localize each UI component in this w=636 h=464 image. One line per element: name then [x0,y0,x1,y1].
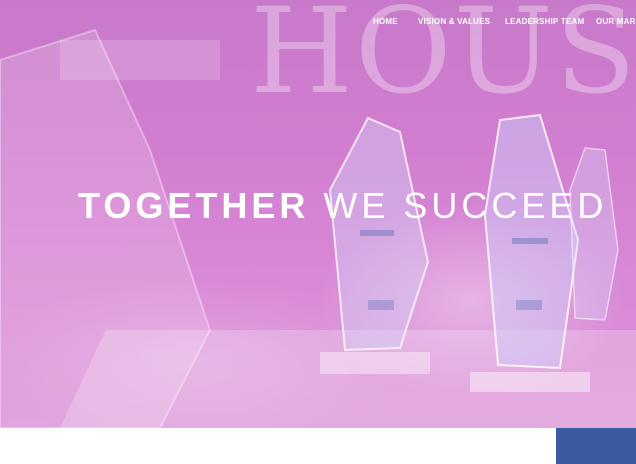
headline-strong: TOGETHER [78,185,310,226]
content-section [0,428,636,464]
trophy-far-right [569,147,619,321]
headline-light: WE SUCCEED [323,185,608,226]
trophy-left [0,28,212,428]
nav-leadership-team[interactable]: LEADERSHIP TEAM [505,17,584,26]
hero-headline: TOGETHER WE SUCCEED [78,188,607,224]
trophy-plate [512,238,548,244]
main-navigation: HOME VISION & VALUES LEADERSHIP TEAM OUR… [0,0,636,48]
trophy-plate [360,230,394,236]
accent-block [556,428,636,464]
trophy-right-base [470,372,590,392]
nav-our-mark[interactable]: OUR MARK [596,17,636,26]
nav-home[interactable]: HOME [373,17,398,26]
hero-banner: HOUSING 201 HOME VISION & VALUES LEADERS… [0,0,636,428]
trophy-middle-base [320,352,430,374]
trophy-plate [368,300,394,310]
trophy-plate [516,300,542,310]
nav-vision-values[interactable]: VISION & VALUES [418,17,490,26]
